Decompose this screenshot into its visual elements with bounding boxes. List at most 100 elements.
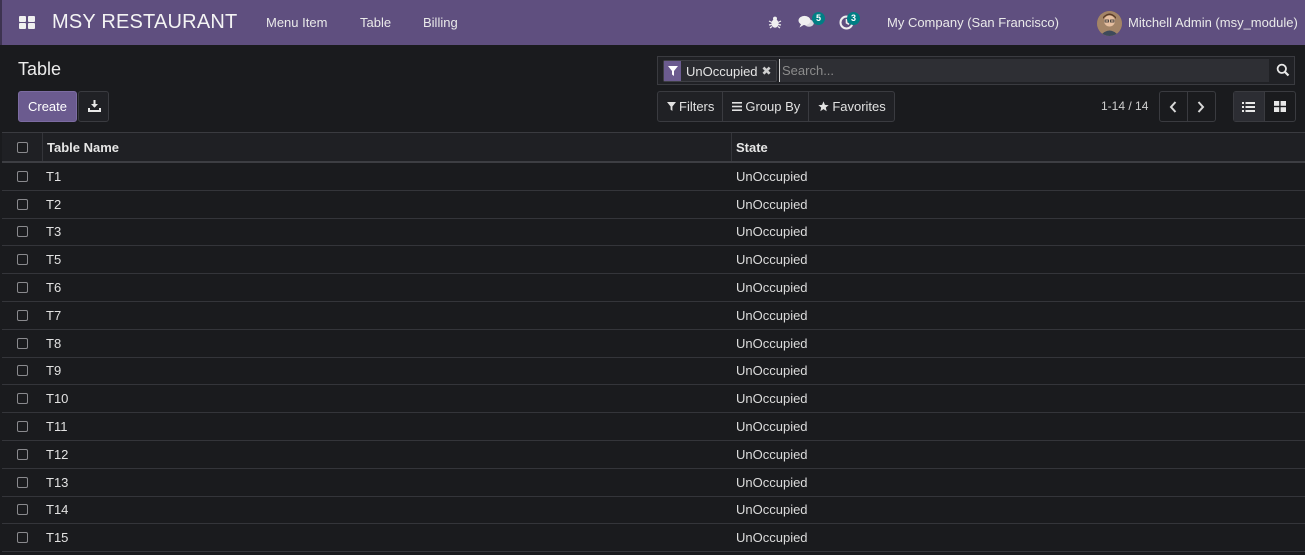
activities-menu[interactable]: 3 (839, 12, 869, 33)
export-button[interactable] (78, 91, 109, 122)
table-row[interactable]: T14 UnOccupied (2, 497, 1305, 525)
state-cell[interactable]: UnOccupied (732, 197, 808, 212)
column-header-table-name[interactable]: Table Name (42, 133, 732, 161)
user-menu[interactable]: Mitchell Admin (msy_module) (1128, 15, 1298, 30)
row-checkbox[interactable] (16, 532, 28, 544)
state-cell[interactable]: UnOccupied (732, 336, 808, 351)
row-checkbox[interactable] (16, 170, 28, 182)
table-name-cell[interactable]: T15 (42, 524, 732, 551)
row-checkbox[interactable] (16, 282, 28, 294)
top-navbar: MSY RESTAURANT Menu Item Table Billing 5… (0, 0, 1305, 45)
row-checkbox[interactable] (16, 226, 28, 238)
row-checkbox[interactable] (16, 337, 28, 349)
breadcrumb-title: Table (18, 59, 62, 79)
activities-count-badge: 3 (847, 12, 860, 25)
menu-item-billing[interactable]: Billing (423, 15, 458, 30)
row-select-cell (2, 448, 42, 460)
table-row[interactable]: T2 UnOccupied (2, 191, 1305, 219)
filters-button[interactable]: Filters (658, 92, 724, 121)
row-select-cell (2, 476, 42, 488)
state-cell[interactable]: UnOccupied (732, 530, 808, 545)
state-cell[interactable]: UnOccupied (732, 169, 808, 184)
row-select-cell (2, 170, 42, 182)
table-row[interactable]: T10 UnOccupied (2, 385, 1305, 414)
table-header: Table Name State (2, 133, 1305, 163)
state-cell[interactable]: UnOccupied (732, 308, 808, 323)
row-select-cell (2, 309, 42, 321)
state-cell[interactable]: UnOccupied (732, 502, 808, 517)
row-checkbox[interactable] (16, 198, 28, 210)
table-name-cell[interactable]: T2 (42, 191, 732, 218)
search-input[interactable] (779, 59, 1269, 82)
list-view-icon[interactable] (1234, 92, 1265, 121)
filters-label: Filters (679, 99, 715, 114)
state-cell[interactable]: UnOccupied (732, 419, 808, 434)
menu-item-table[interactable]: Table (360, 15, 391, 30)
table-name-cell[interactable]: T12 (42, 441, 732, 468)
messages-count-badge: 5 (812, 12, 825, 25)
row-checkbox[interactable] (16, 421, 28, 433)
state-cell[interactable]: UnOccupied (732, 280, 808, 295)
row-checkbox[interactable] (16, 309, 28, 321)
table-row[interactable]: T8 UnOccupied (2, 330, 1305, 358)
table-row[interactable]: T11 UnOccupied (2, 413, 1305, 441)
table-row[interactable]: T5 UnOccupied (2, 246, 1305, 275)
table-row[interactable]: T7 UnOccupied (2, 302, 1305, 330)
row-checkbox[interactable] (16, 365, 28, 377)
table-name-cell[interactable]: T1 (42, 163, 732, 190)
table-name-cell[interactable]: T8 (42, 330, 732, 357)
state-cell[interactable]: UnOccupied (732, 363, 808, 378)
table-list: Table Name State T1 UnOccupied T2 UnOccupie… (2, 132, 1305, 553)
search-options: Filters Group By Favorites (657, 91, 895, 122)
table-name-cell[interactable]: T3 (42, 219, 732, 246)
table-row[interactable]: T15 UnOccupied (2, 524, 1305, 553)
apps-grid-icon[interactable] (19, 16, 35, 29)
table-row[interactable]: T9 UnOccupied (2, 358, 1305, 386)
table-row[interactable]: T13 UnOccupied (2, 469, 1305, 497)
table-row[interactable]: T12 UnOccupied (2, 441, 1305, 469)
messages-menu[interactable]: 5 (798, 12, 828, 33)
row-checkbox[interactable] (16, 393, 28, 405)
chevron-right-icon[interactable] (1188, 92, 1215, 121)
user-avatar[interactable] (1097, 11, 1122, 36)
row-select-cell (2, 337, 42, 349)
table-name-cell[interactable]: T13 (42, 469, 732, 496)
table-name-cell[interactable]: T14 (42, 497, 732, 524)
row-checkbox[interactable] (16, 476, 28, 488)
pager-value[interactable]: 1-14 / 14 (1101, 99, 1148, 113)
menu-item-menu-item[interactable]: Menu Item (266, 15, 327, 30)
table-name-cell[interactable]: T10 (42, 385, 732, 412)
select-all-checkbox[interactable] (16, 141, 28, 153)
state-cell[interactable]: UnOccupied (732, 224, 808, 239)
chevron-left-icon[interactable] (1160, 92, 1188, 121)
group-by-button[interactable]: Group By (723, 92, 810, 121)
table-name-cell[interactable]: T5 (42, 246, 732, 273)
remove-facet-icon[interactable]: ✖ (762, 64, 776, 78)
row-checkbox[interactable] (16, 504, 28, 516)
table-row[interactable]: T1 UnOccupied (2, 163, 1305, 191)
table-name-cell[interactable]: T6 (42, 274, 732, 301)
column-header-state[interactable]: State (732, 140, 768, 155)
table-name-cell[interactable]: T7 (42, 302, 732, 329)
table-name-cell[interactable]: T11 (42, 413, 732, 440)
state-cell[interactable]: UnOccupied (732, 475, 808, 490)
table-row[interactable]: T6 UnOccupied (2, 274, 1305, 302)
table-row[interactable]: T3 UnOccupied (2, 219, 1305, 247)
state-cell[interactable]: UnOccupied (732, 252, 808, 267)
create-button[interactable]: Create (18, 91, 77, 122)
download-icon (88, 100, 101, 112)
row-checkbox[interactable] (16, 448, 28, 460)
pager-buttons (1159, 91, 1216, 122)
search-icon[interactable] (1276, 63, 1290, 80)
table-name-cell[interactable]: T9 (42, 358, 732, 385)
bug-icon[interactable] (768, 15, 782, 32)
kanban-view-icon[interactable] (1265, 92, 1295, 121)
favorites-button[interactable]: Favorites (809, 92, 893, 121)
app-brand[interactable]: MSY RESTAURANT (52, 11, 237, 34)
row-checkbox[interactable] (16, 254, 28, 266)
state-cell[interactable]: UnOccupied (732, 391, 808, 406)
company-switcher[interactable]: My Company (San Francisco) (887, 15, 1059, 30)
state-cell[interactable]: UnOccupied (732, 447, 808, 462)
facet-label: UnOccupied (686, 63, 758, 79)
row-select-cell (2, 532, 42, 544)
